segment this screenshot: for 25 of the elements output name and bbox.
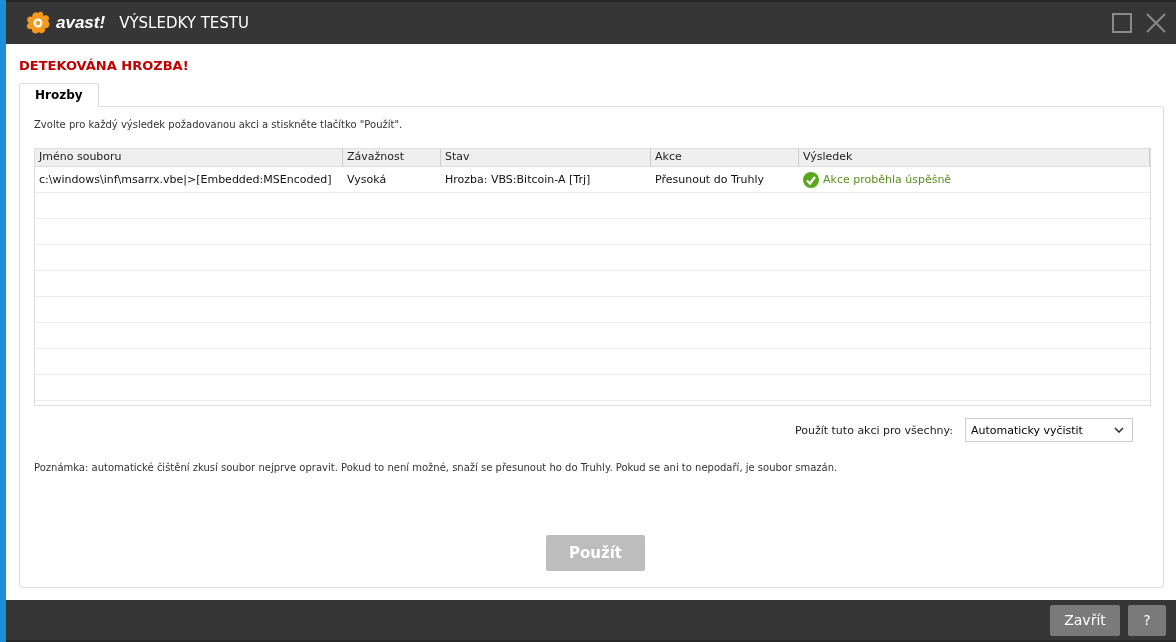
column-header[interactable]: Stav xyxy=(441,149,651,166)
table-cell-text: c:\windows\inf\msarrx.vbe|>[Embedded:MSEncoded] xyxy=(38,173,333,186)
chevron-down-icon xyxy=(1114,427,1124,433)
instruction-text: Zvolte pro každý výsledek požadovanou akci a stiskněte tlačítko "Použít". xyxy=(34,119,404,130)
maximize-icon[interactable] xyxy=(1112,13,1132,33)
column-header[interactable]: Závažnost xyxy=(343,149,441,166)
close-button[interactable]: Zavřít xyxy=(1050,604,1120,636)
logo-text: avast! xyxy=(56,13,106,33)
note-text: Poznámka: automatické čištění zkusí soubor nejprve opravit. Pokud to není možné, snaží se přesunout ho do Truhly. Pokud se ani to nepodaří, je soubor smazán. xyxy=(34,462,839,473)
close-icon[interactable] xyxy=(1146,13,1166,33)
table-cell-text: Přesunout do Truhly xyxy=(654,173,766,186)
apply-all-label: Použít tuto akci pro všechny: xyxy=(794,423,953,437)
column-header[interactable]: Jméno souboru xyxy=(35,149,343,166)
threat-heading: DETEKOVÁNA HROZBA! xyxy=(19,58,190,73)
table-cell-text: Hrozba: VBS:Bitcoin-A [Trj] xyxy=(444,173,592,186)
tab[interactable]: Hrozby xyxy=(19,83,99,107)
table-cell-text: Vysoká xyxy=(346,173,388,186)
window-title: VÝSLEDKY TESTU xyxy=(119,14,249,32)
result-text: Akce proběhla úspěšně xyxy=(823,173,952,186)
splat-logo-icon xyxy=(24,10,52,36)
action-dropdown[interactable]: Automaticky vyčistit xyxy=(965,418,1133,442)
help-button[interactable]: ? xyxy=(1128,604,1166,636)
check-icon xyxy=(803,171,819,188)
column-header[interactable]: Akce xyxy=(651,149,799,166)
column-header[interactable]: Výsledek xyxy=(799,149,1150,166)
